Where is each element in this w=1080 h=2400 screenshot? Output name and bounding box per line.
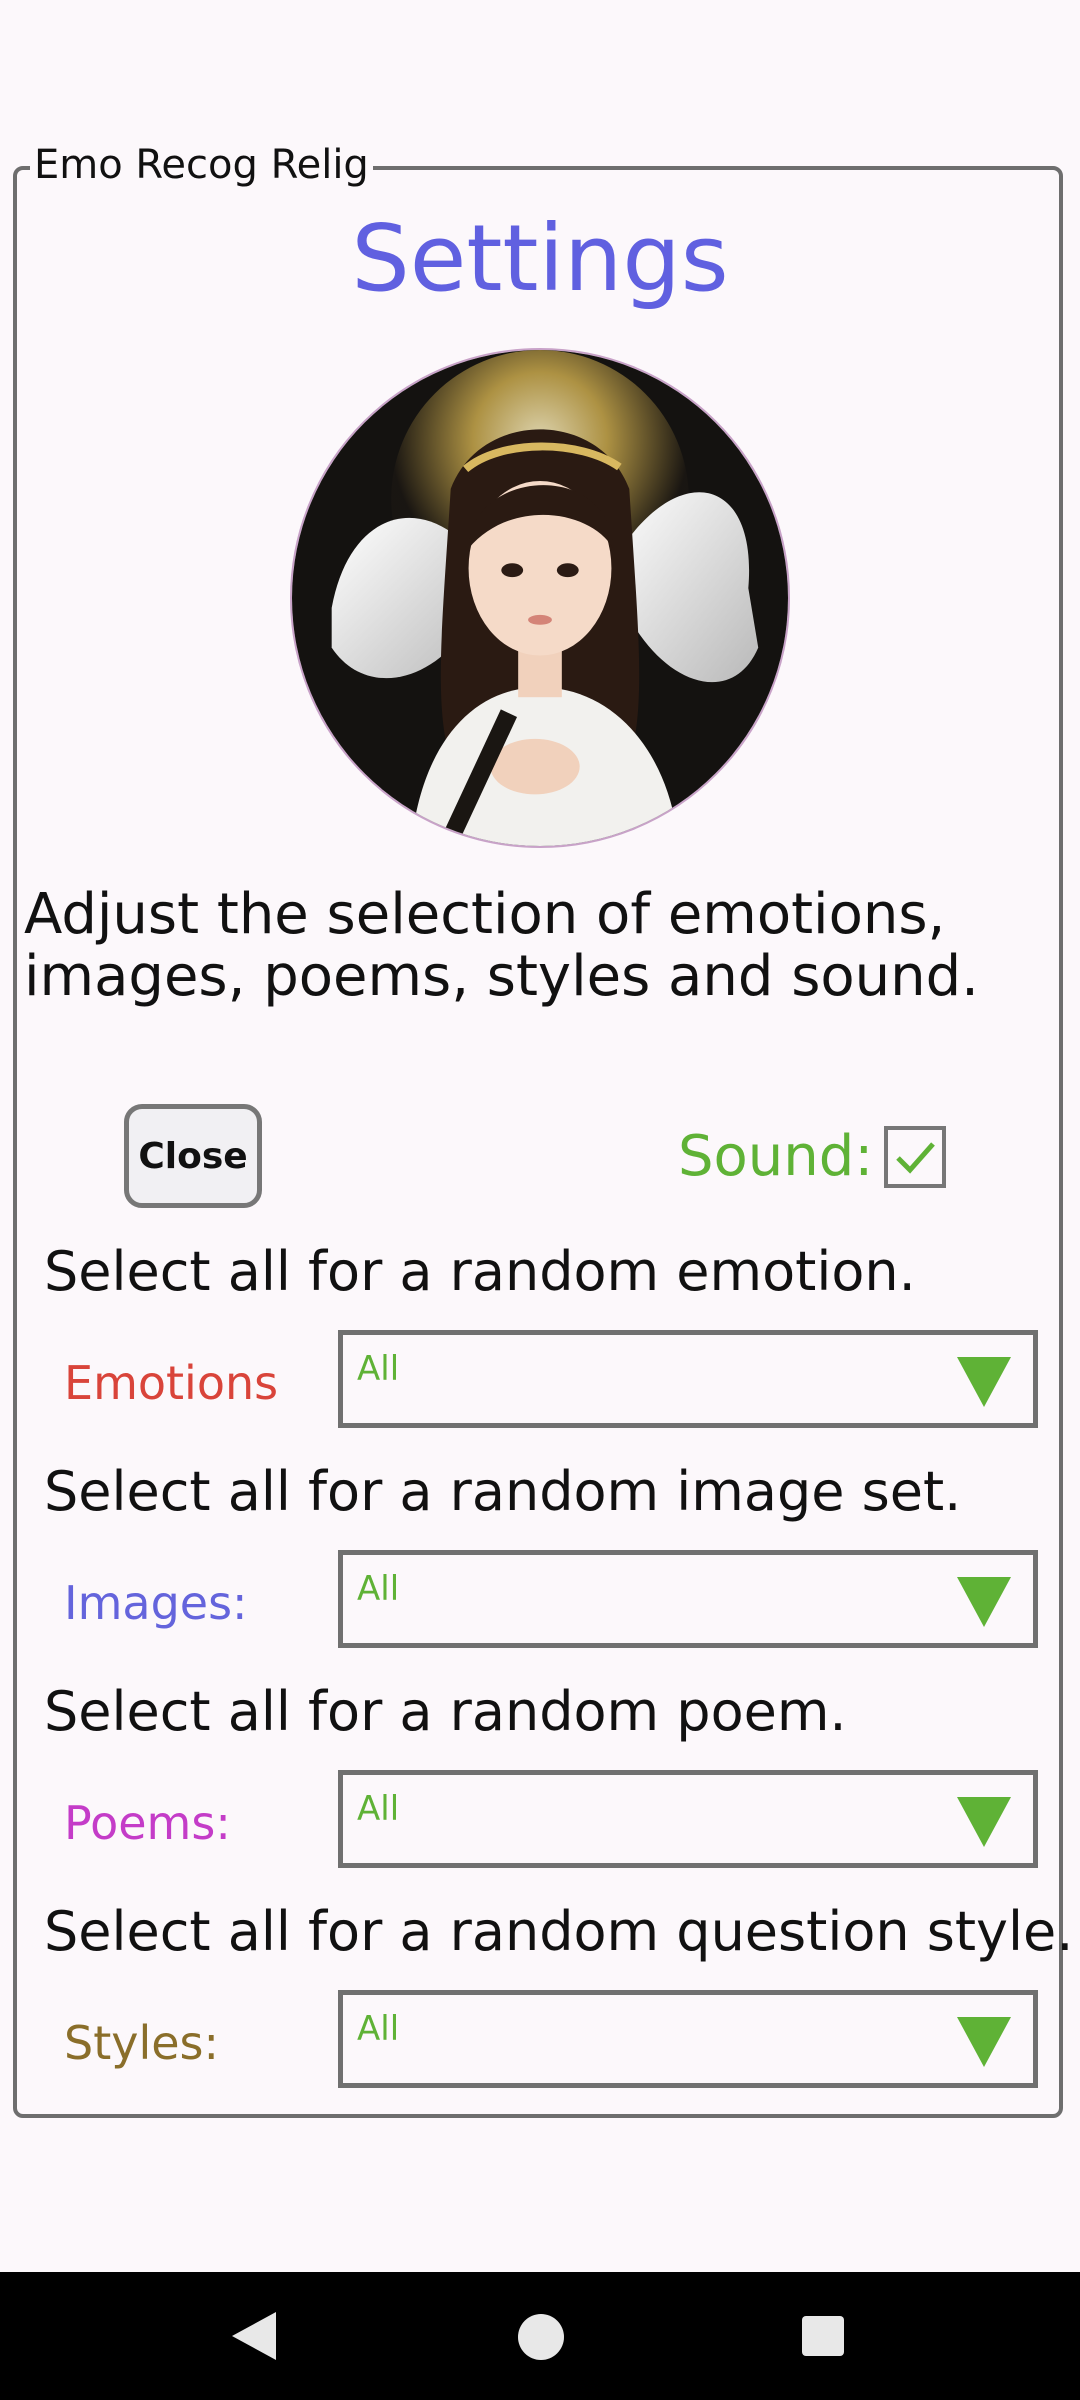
images-dropdown[interactable]: All [338,1550,1038,1648]
settings-description: Adjust the selection of emotions, images… [24,882,979,1009]
recents-icon[interactable] [802,2316,844,2356]
avatar-image [290,348,790,848]
triangle-down-icon [957,1577,1011,1627]
back-icon[interactable] [232,2312,276,2360]
styles-dropdown-value: All [357,2009,400,2049]
styles-label: Styles: [64,2016,220,2070]
images-dropdown-value: All [357,1569,400,1609]
emotions-dropdown-value: All [357,1349,400,1389]
sound-label: Sound: [678,1124,874,1189]
triangle-down-icon [957,2017,1011,2067]
images-label: Images: [64,1576,248,1630]
styles-dropdown[interactable]: All [338,1990,1038,2088]
styles-hint: Select all for a random question style. [44,1900,1074,1963]
poems-label: Poems: [64,1796,231,1850]
check-icon [896,1142,935,1174]
triangle-down-icon [957,1357,1011,1407]
navigation-bar [0,2272,1080,2400]
emotions-label: Emotions [64,1356,279,1410]
emotions-hint: Select all for a random emotion. [44,1240,916,1303]
home-icon[interactable] [518,2314,564,2360]
poems-hint: Select all for a random poem. [44,1680,847,1743]
emotions-dropdown[interactable]: All [338,1330,1038,1428]
angel-illustration [292,350,788,846]
poems-dropdown-value: All [357,1789,400,1829]
close-button[interactable]: Close [124,1104,262,1208]
panel-legend: Emo Recog Relig [30,142,373,188]
status-bar [0,0,1080,130]
triangle-down-icon [957,1797,1011,1847]
page-title: Settings [351,205,729,312]
sound-checkbox[interactable] [884,1126,946,1188]
images-hint: Select all for a random image set. [44,1460,962,1523]
poems-dropdown[interactable]: All [338,1770,1038,1868]
